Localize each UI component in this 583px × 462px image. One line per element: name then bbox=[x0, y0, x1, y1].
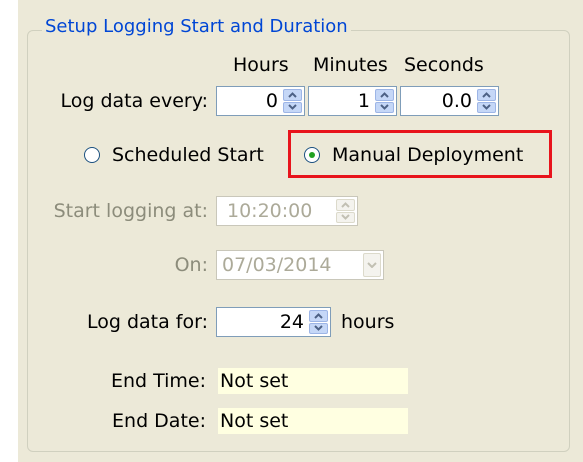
minutes-value: 1 bbox=[357, 90, 370, 112]
end-date-label: End Date: bbox=[112, 410, 206, 432]
hours-down-button[interactable] bbox=[283, 101, 302, 113]
start-time-spinner[interactable]: 10:20:00 bbox=[216, 196, 358, 226]
group-title: Setup Logging Start and Duration bbox=[42, 16, 351, 38]
start-time-up-button[interactable] bbox=[336, 199, 355, 211]
seconds-down-button[interactable] bbox=[477, 101, 496, 113]
duration-spinner[interactable]: 24 bbox=[216, 307, 331, 337]
start-time-label: Start logging at: bbox=[53, 200, 208, 222]
chevron-up-icon bbox=[341, 201, 350, 208]
start-date-label: On: bbox=[174, 254, 208, 276]
hours-up-button[interactable] bbox=[283, 89, 302, 101]
chevron-down-icon bbox=[341, 214, 350, 221]
end-time-value: Not set bbox=[218, 368, 408, 394]
log-interval-label: Log data every: bbox=[60, 90, 208, 112]
chevron-down-icon bbox=[288, 104, 297, 111]
minutes-down-button[interactable] bbox=[375, 101, 394, 113]
chevron-down-icon bbox=[314, 325, 323, 332]
minutes-spinner[interactable]: 1 bbox=[308, 86, 397, 116]
chevron-up-icon bbox=[314, 312, 323, 319]
start-time-value: 10:20:00 bbox=[227, 200, 313, 222]
start-date-dropdown-button[interactable] bbox=[363, 253, 381, 277]
hours-value: 0 bbox=[265, 90, 278, 112]
hours-spinner[interactable]: 0 bbox=[216, 86, 305, 116]
duration-value: 24 bbox=[279, 311, 304, 333]
manual-deployment-label: Manual Deployment bbox=[332, 144, 524, 166]
manual-deployment-radio[interactable]: Manual Deployment bbox=[304, 142, 523, 168]
chevron-down-icon bbox=[482, 104, 491, 111]
seconds-spinner[interactable]: 0.0 bbox=[400, 86, 499, 116]
chevron-up-icon bbox=[380, 91, 389, 98]
chevron-down-icon bbox=[367, 262, 377, 268]
scheduled-start-radio[interactable]: Scheduled Start bbox=[84, 142, 264, 168]
duration-up-button[interactable] bbox=[309, 310, 328, 322]
scheduled-start-label: Scheduled Start bbox=[112, 144, 264, 166]
start-date-value: 07/03/2014 bbox=[222, 254, 332, 276]
start-date-combo[interactable]: 07/03/2014 bbox=[216, 250, 384, 280]
hours-header: Hours bbox=[233, 54, 289, 76]
chevron-up-icon bbox=[288, 91, 297, 98]
end-time-label: End Time: bbox=[110, 370, 206, 392]
start-time-down-button[interactable] bbox=[336, 211, 355, 223]
seconds-up-button[interactable] bbox=[477, 89, 496, 101]
minutes-up-button[interactable] bbox=[375, 89, 394, 101]
duration-down-button[interactable] bbox=[309, 322, 328, 334]
chevron-up-icon bbox=[482, 91, 491, 98]
duration-unit-label: hours bbox=[341, 311, 395, 333]
radio-unchecked-icon bbox=[84, 147, 100, 163]
end-date-value: Not set bbox=[218, 408, 408, 434]
seconds-value: 0.0 bbox=[441, 90, 472, 112]
seconds-header: Seconds bbox=[404, 54, 484, 76]
chevron-down-icon bbox=[380, 104, 389, 111]
radio-checked-icon bbox=[304, 147, 320, 163]
log-duration-label: Log data for: bbox=[86, 311, 208, 333]
minutes-header: Minutes bbox=[313, 54, 388, 76]
logging-setup-dialog: Setup Logging Start and Duration Hours M… bbox=[0, 0, 583, 462]
